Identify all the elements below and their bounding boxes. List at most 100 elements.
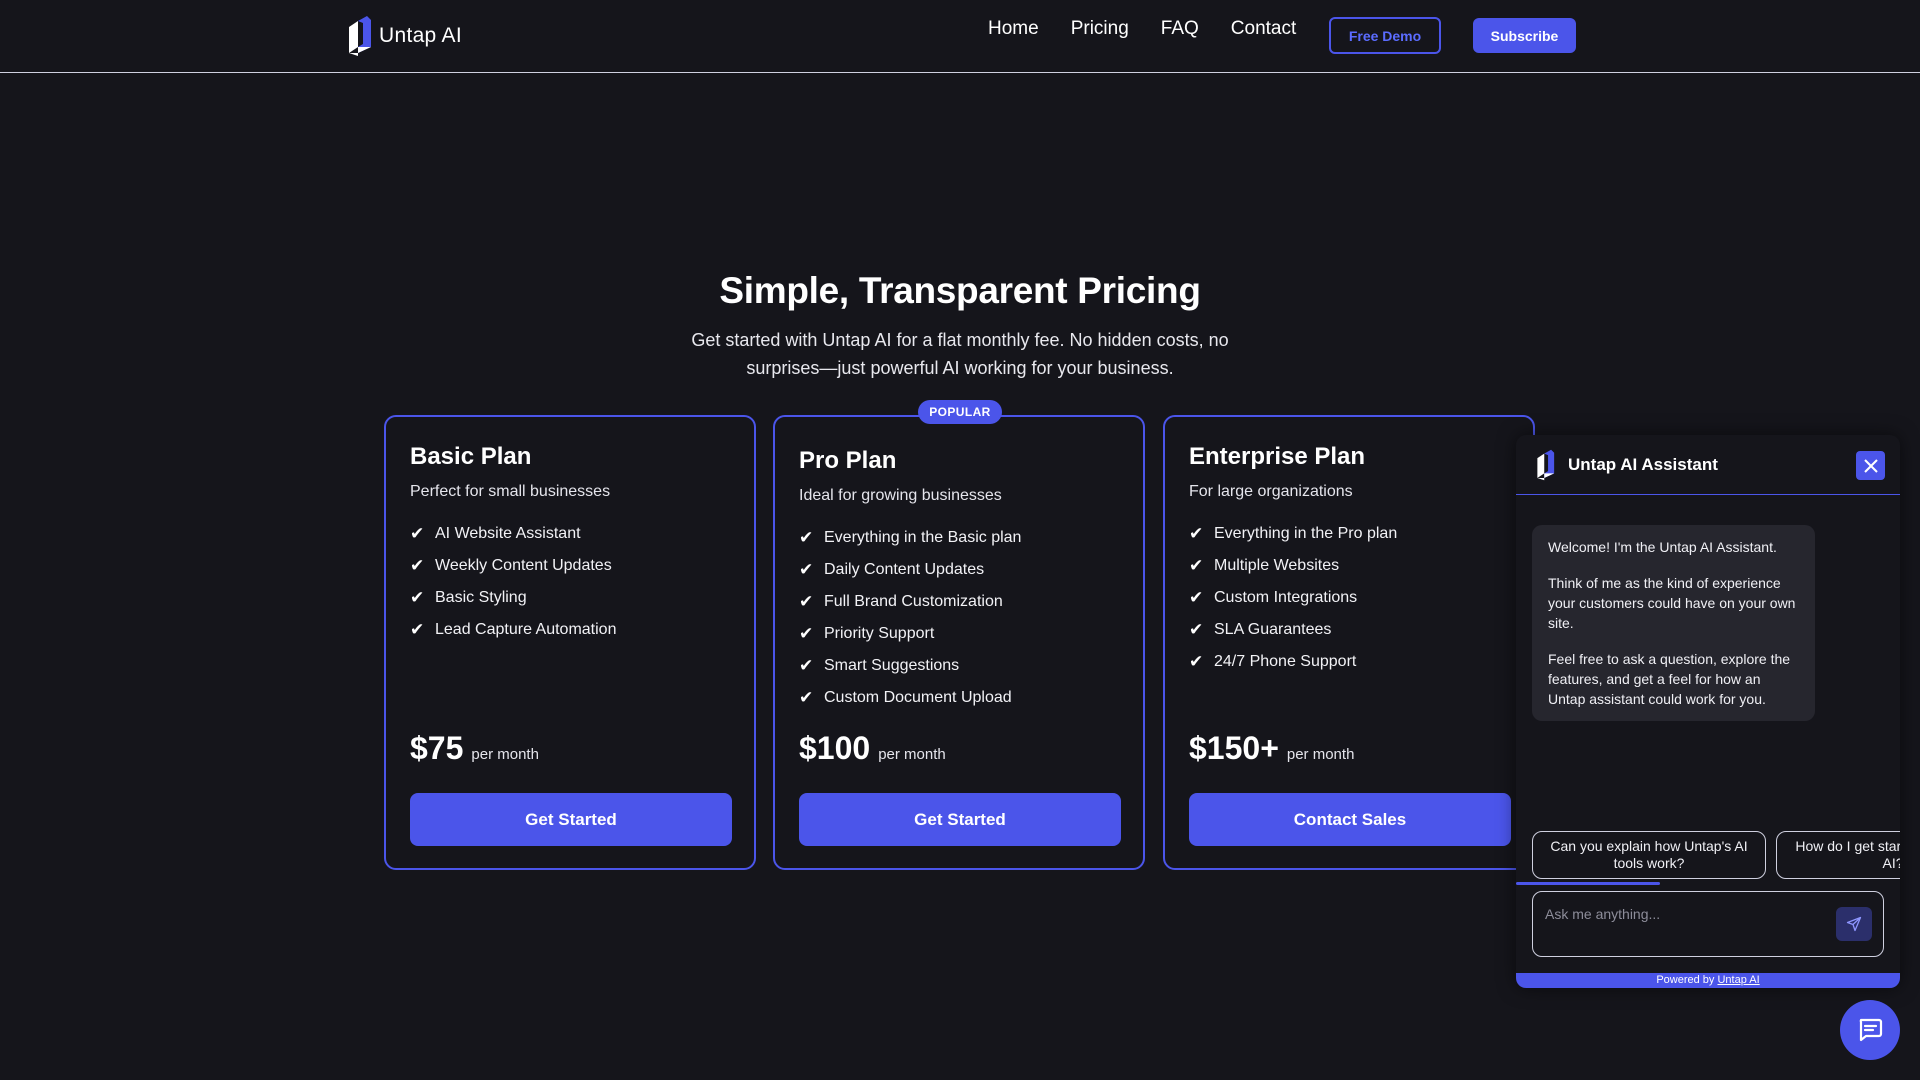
brand-name: Untap AI: [379, 24, 462, 47]
untap-logo-icon: [349, 16, 371, 56]
feature-label: Priority Support: [824, 625, 935, 642]
feature-item: ✔ Everything in the Basic plan: [799, 522, 1021, 554]
feature-item: ✔ AI Website Assistant: [410, 518, 616, 550]
feature-item: ✔ Priority Support: [799, 618, 1021, 650]
feature-item: ✔ 24/7 Phone Support: [1189, 646, 1397, 678]
close-icon: [1863, 458, 1878, 473]
chat-bubble-icon: [1859, 1018, 1883, 1042]
chat-message-input[interactable]: [1545, 902, 1835, 926]
page-title: Simple, Transparent Pricing: [719, 270, 1201, 311]
feature-item: ✔ Everything in the Pro plan: [1189, 518, 1397, 550]
check-icon: ✔: [799, 528, 814, 547]
nav-pricing-link[interactable]: Pricing: [1071, 18, 1129, 40]
check-icon: ✔: [799, 560, 814, 579]
subscribe-button[interactable]: Subscribe: [1473, 18, 1576, 53]
nav-home-link[interactable]: Home: [988, 18, 1039, 40]
feature-list: ✔ Everything in the Pro plan ✔ Multiple We…: [1189, 518, 1397, 678]
carousel-scrollbar[interactable]: [1516, 882, 1660, 885]
feature-label: Smart Suggestions: [824, 657, 960, 674]
message-paragraph: Feel free to ask a question, explore the…: [1548, 651, 1791, 707]
suggestion-carousel[interactable]: Can you explain how Untap's AI tools wor…: [1532, 831, 1900, 881]
feature-item: ✔ Custom Document Upload: [799, 682, 1021, 714]
pricing-card-pro: Pro Plan Ideal for growing businesses ✔ E…: [773, 415, 1145, 870]
message-paragraph: Welcome! I'm the Untap AI Assistant.: [1548, 539, 1777, 555]
feature-item: ✔ Lead Capture Automation: [410, 614, 616, 646]
check-icon: ✔: [1189, 556, 1204, 575]
free-demo-button[interactable]: Free Demo: [1329, 17, 1441, 54]
chat-input-box: [1532, 891, 1884, 957]
check-icon: ✔: [410, 524, 425, 543]
check-icon: ✔: [410, 588, 425, 607]
feature-label: Custom Integrations: [1214, 589, 1358, 606]
plan-price: $100: [799, 730, 871, 766]
chat-header: Untap AI Assistant: [1516, 435, 1900, 495]
plan-price: $150+: [1189, 730, 1279, 766]
send-icon: [1846, 916, 1862, 932]
message-paragraph: Think of me as the kind of experience yo…: [1548, 575, 1796, 631]
feature-item: ✔ Daily Content Updates: [799, 554, 1021, 586]
check-icon: ✔: [1189, 652, 1204, 671]
feature-label: Multiple Websites: [1214, 557, 1340, 574]
feature-label: Full Brand Customization: [824, 593, 1003, 610]
basic-get-started-button[interactable]: Get Started: [410, 793, 732, 846]
chat-title: Untap AI Assistant: [1568, 454, 1718, 474]
powered-by-link[interactable]: Untap AI: [1717, 974, 1759, 986]
brand-logo-link[interactable]: Untap AI: [345, 15, 462, 57]
feature-label: Daily Content Updates: [824, 561, 985, 578]
assistant-message: Welcome! I'm the Untap AI Assistant. Thi…: [1532, 525, 1815, 721]
plan-description: Ideal for growing businesses: [799, 487, 1002, 504]
page-subtitle: Get started with Untap AI for a flat mon…: [691, 330, 1229, 378]
chat-launcher-button[interactable]: [1840, 1000, 1900, 1060]
pricing-card-basic: Basic Plan Perfect for small businesses …: [384, 415, 756, 870]
price-row: $100 per month: [799, 730, 946, 767]
feature-label: Lead Capture Automation: [435, 621, 617, 638]
chat-footer: Powered by Untap AI: [1516, 973, 1900, 988]
plan-description: Perfect for small businesses: [410, 483, 611, 500]
feature-item: ✔ Full Brand Customization: [799, 586, 1021, 618]
feature-label: SLA Guarantees: [1214, 621, 1332, 638]
feature-label: Basic Styling: [435, 589, 527, 606]
plan-description: For large organizations: [1189, 483, 1353, 500]
price-period: per month: [878, 746, 946, 763]
chat-close-button[interactable]: [1856, 451, 1885, 480]
nav-contact-link[interactable]: Contact: [1231, 18, 1296, 40]
feature-label: AI Website Assistant: [435, 525, 581, 542]
nav-faq-link[interactable]: FAQ: [1161, 18, 1199, 40]
feature-label: Everything in the Basic plan: [824, 529, 1022, 546]
feature-label: Weekly Content Updates: [435, 557, 612, 574]
check-icon: ✔: [799, 656, 814, 675]
price-row: $75 per month: [410, 730, 539, 767]
check-icon: ✔: [1189, 524, 1204, 543]
price-row: $150+ per month: [1189, 730, 1354, 767]
price-period: per month: [1286, 746, 1355, 763]
price-period: per month: [471, 746, 539, 763]
contact-sales-button[interactable]: Contact Sales: [1189, 793, 1511, 846]
send-button[interactable]: [1836, 907, 1872, 941]
check-icon: ✔: [1189, 620, 1204, 639]
plan-name: Enterprise Plan: [1189, 443, 1366, 470]
main-nav: Home Pricing FAQ Contact: [988, 18, 1296, 40]
pricing-card-enterprise: Enterprise Plan For large organizations …: [1163, 415, 1535, 870]
feature-item: ✔ Custom Integrations: [1189, 582, 1397, 614]
feature-list: ✔ AI Website Assistant ✔ Weekly Content Up…: [410, 518, 616, 646]
suggestion-chip[interactable]: Can you explain how Untap's AI tools wor…: [1532, 831, 1766, 879]
feature-item: ✔ Weekly Content Updates: [410, 550, 616, 582]
feature-item: ✔ Basic Styling: [410, 582, 616, 614]
feature-list: ✔ Everything in the Basic plan ✔ Daily Con…: [799, 522, 1021, 714]
plan-name: Basic Plan: [410, 443, 532, 470]
feature-label: Custom Document Upload: [824, 689, 1012, 706]
feature-label: 24/7 Phone Support: [1214, 653, 1357, 670]
check-icon: ✔: [799, 688, 814, 707]
feature-item: ✔ Multiple Websites: [1189, 550, 1397, 582]
pro-get-started-button[interactable]: Get Started: [799, 793, 1121, 846]
top-navbar: Untap AI Home Pricing FAQ Contact Free D…: [0, 0, 1920, 73]
check-icon: ✔: [799, 624, 814, 643]
feature-label: Everything in the Pro plan: [1214, 525, 1398, 542]
chat-widget: Untap AI Assistant Welcome! I'm the Unta…: [1516, 435, 1900, 988]
check-icon: ✔: [799, 592, 814, 611]
feature-item: ✔ SLA Guarantees: [1189, 614, 1397, 646]
feature-item: ✔ Smart Suggestions: [799, 650, 1021, 682]
check-icon: ✔: [1189, 588, 1204, 607]
check-icon: ✔: [410, 556, 425, 575]
suggestion-chip[interactable]: How do I get started with Untap AI?: [1776, 831, 1900, 879]
